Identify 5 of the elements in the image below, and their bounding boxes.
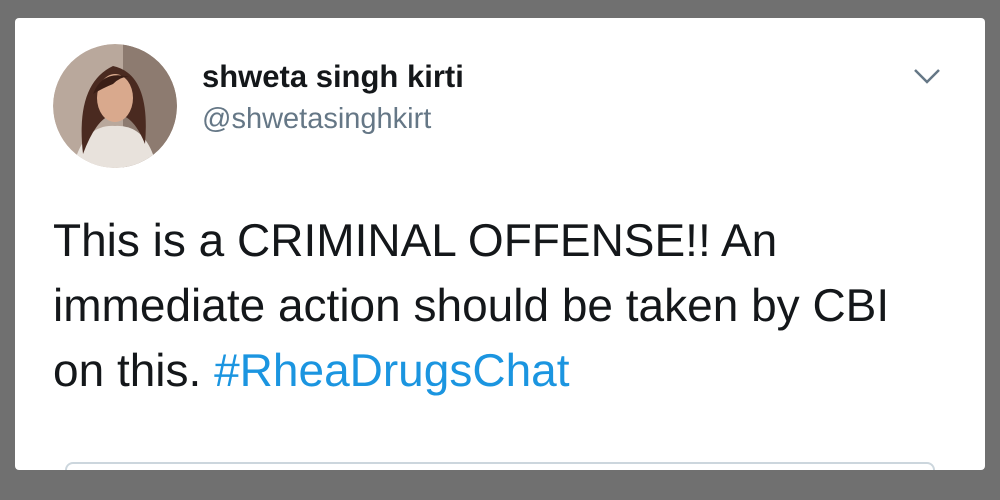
author-name[interactable]: shweta singh kirti xyxy=(202,58,888,97)
chevron-icon[interactable] xyxy=(913,68,941,86)
hashtag-link[interactable]: #RheaDrugsChat xyxy=(214,344,570,396)
author-handle[interactable]: @shwetasinghkirt xyxy=(202,100,888,137)
tweet-text: This is a CRIMINAL OFFENSE!! An immediate action should be taken by CBI on this. #RheaDrugsChat xyxy=(53,213,890,398)
